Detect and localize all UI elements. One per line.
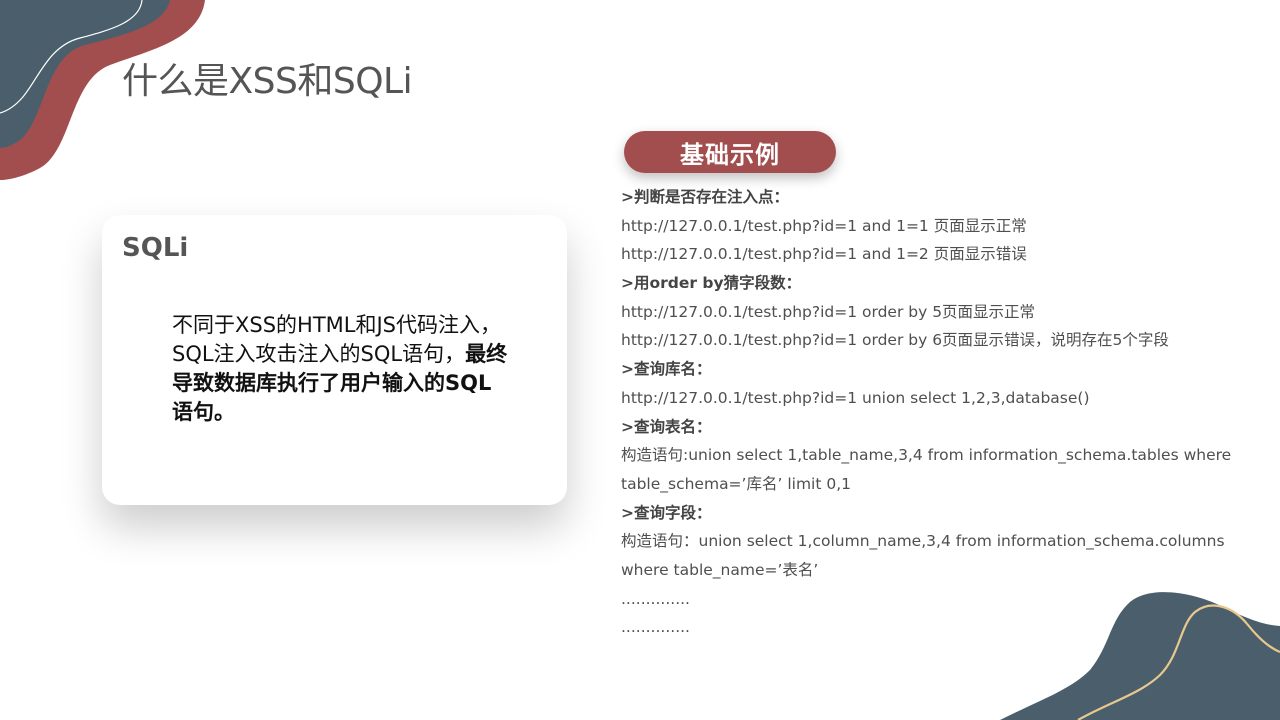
example-list: >判断是否存在注入点： http://127.0.0.1/test.php?id=… — [621, 183, 1241, 642]
example-line: http://127.0.0.1/test.php?id=1 and 1=2 页… — [621, 245, 1027, 264]
example-step-heading: >查询字段： — [621, 503, 712, 522]
card-heading: SQLi — [122, 233, 189, 263]
example-line: http://127.0.0.1/test.php?id=1 order by … — [621, 331, 1169, 350]
example-line: where table_name=’表名’ — [621, 560, 819, 579]
example-line: http://127.0.0.1/test.php?id=1 union sel… — [621, 388, 1090, 407]
example-line: 构造语句：union select 1,column_name,3,4 from… — [621, 532, 1225, 551]
section-label-pill: 基础示例 — [624, 131, 836, 173]
example-line: table_schema=’库名’ limit 0,1 — [621, 474, 852, 493]
example-step-heading: >判断是否存在注入点： — [621, 188, 789, 206]
example-step-heading: >查询库名： — [621, 360, 712, 379]
example-line: http://127.0.0.1/test.php?id=1 and 1=1 页… — [621, 216, 1027, 235]
slide-title: 什么是XSS和SQLi — [122, 61, 413, 102]
description-normal-text: 不同于XSS的HTML和JS代码注入，SQL注入攻击注入的SQL语句， — [172, 313, 502, 366]
example-line: http://127.0.0.1/test.php?id=1 order by … — [621, 302, 1036, 321]
example-step-heading: >查询表名： — [621, 417, 712, 436]
example-line: 构造语句:union select 1,table_name,3,4 from … — [621, 446, 1232, 465]
example-step-heading: >用order by猜字段数： — [621, 274, 802, 293]
sqli-definition-card: SQLi 不同于XSS的HTML和JS代码注入，SQL注入攻击注入的SQL语句，… — [102, 215, 567, 505]
card-description: 不同于XSS的HTML和JS代码注入，SQL注入攻击注入的SQL语句，最终导致数… — [172, 311, 512, 427]
example-line: .............. — [621, 618, 690, 637]
example-line: .............. — [621, 589, 690, 608]
